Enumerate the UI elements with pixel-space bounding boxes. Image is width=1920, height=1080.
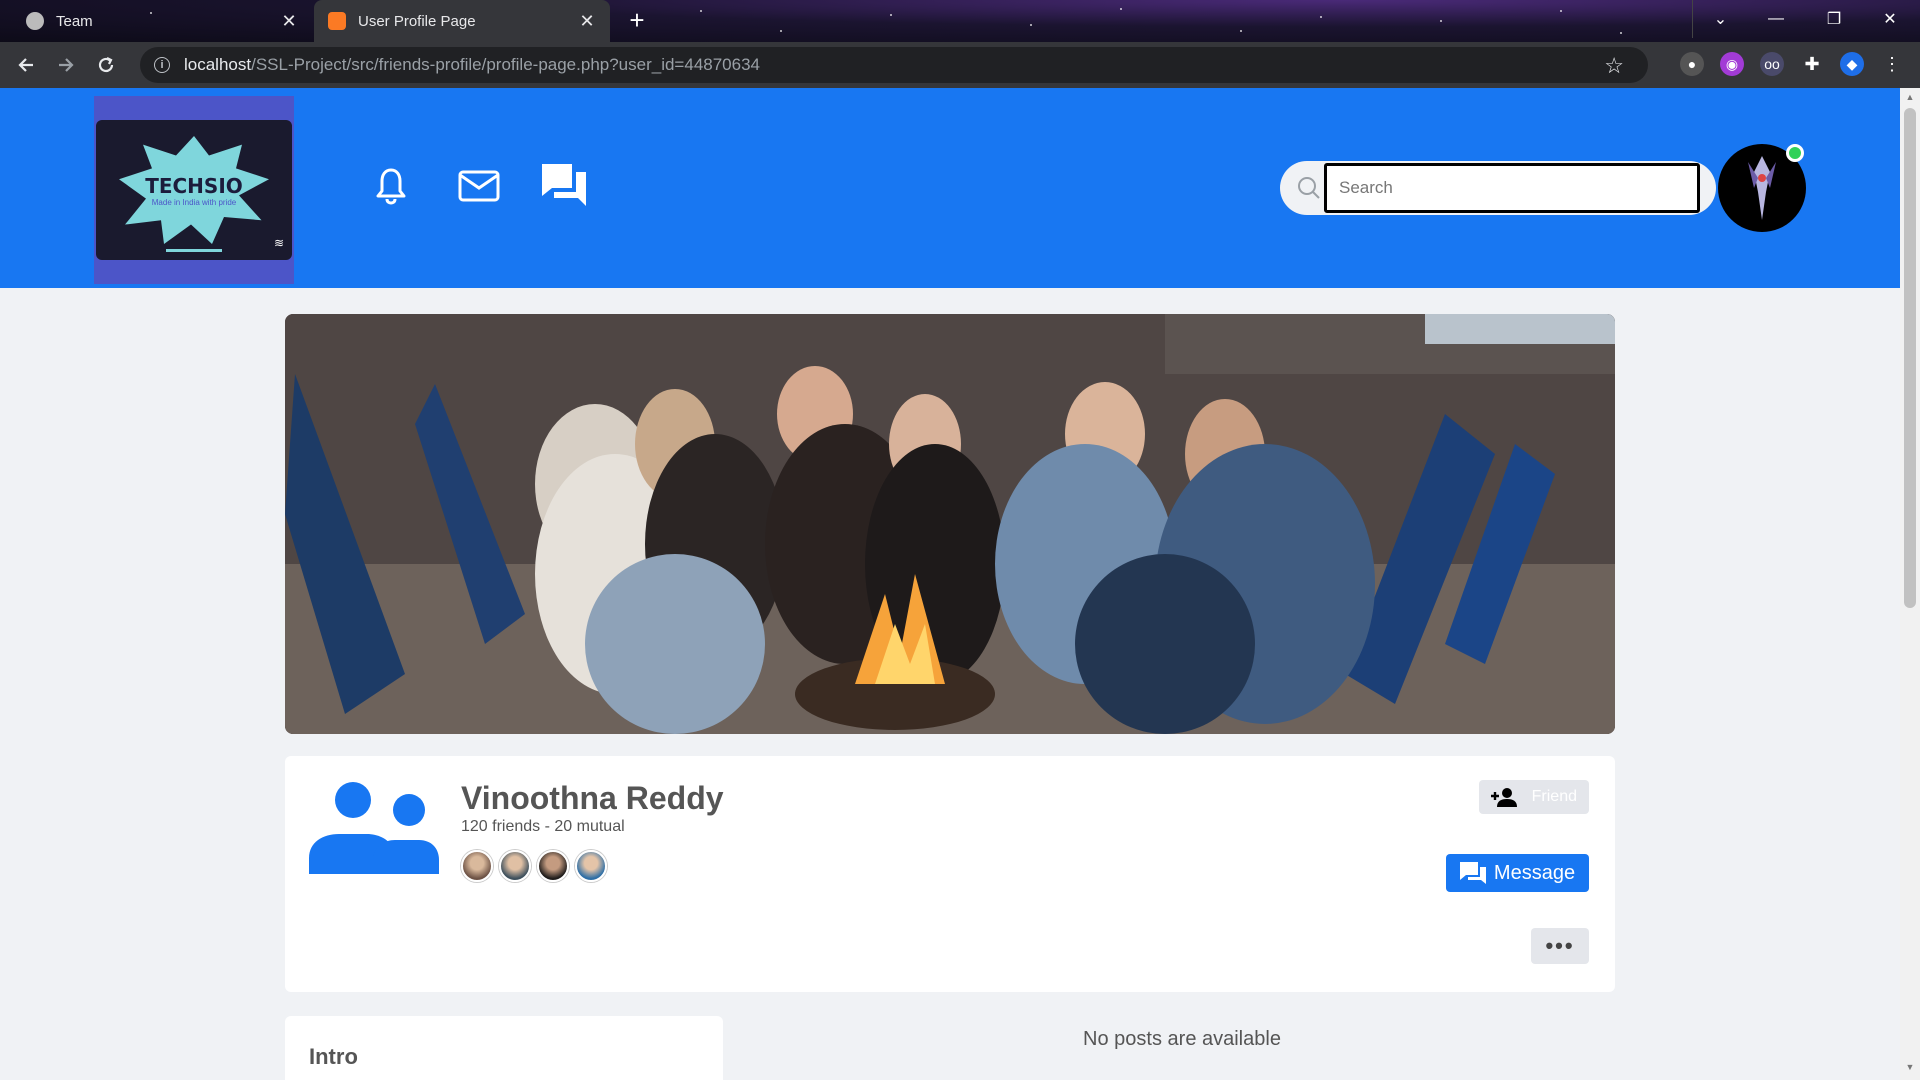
restore-icon[interactable]: ❐ xyxy=(1806,0,1862,38)
browser-toolbar: i localhost /SSL-Project/src/friends-pro… xyxy=(0,42,1920,88)
close-tab-icon[interactable]: ✕ xyxy=(280,11,298,31)
browser-menu-icon[interactable]: ⋮ xyxy=(1880,52,1904,76)
scroll-up-icon[interactable]: ▲ xyxy=(1904,92,1916,106)
close-window-icon[interactable]: ✕ xyxy=(1862,0,1918,38)
browser-tab-bar: Team ✕ User Profile Page ✕ + ⌄ — ❐ ✕ xyxy=(0,0,1920,42)
logo-subtitle: Made in India with pride xyxy=(151,197,237,207)
close-tab-icon[interactable]: ✕ xyxy=(578,11,596,31)
scrollbar-thumb[interactable] xyxy=(1904,108,1916,608)
extension-icon-3[interactable]: oo xyxy=(1760,52,1784,76)
tab-title: User Profile Page xyxy=(358,12,476,30)
page-viewport: TECHSIO Made in India with pride ≋ Searc… xyxy=(0,88,1900,1080)
scroll-down-icon[interactable]: ▼ xyxy=(1904,1062,1916,1076)
back-icon[interactable] xyxy=(6,45,46,85)
search-bar xyxy=(1280,161,1716,215)
mutual-friend-avatar[interactable] xyxy=(575,850,607,882)
extensions-puzzle-icon[interactable]: ✚ xyxy=(1800,52,1824,76)
profile-card: Vinoothna Reddy 120 friends - 20 mutual … xyxy=(285,756,1615,992)
profile-avatar-icon[interactable]: ◆ xyxy=(1840,52,1864,76)
page-scrollbar[interactable]: ▲ ▼ xyxy=(1900,88,1920,1080)
site-info-icon[interactable]: i xyxy=(154,57,170,73)
friends-count[interactable]: 120 friends - 20 mutual xyxy=(461,818,625,836)
mutual-friend-avatar[interactable] xyxy=(537,850,569,882)
forward-icon[interactable] xyxy=(46,45,86,85)
team-favicon-icon xyxy=(26,12,44,30)
minimize-icon[interactable]: — xyxy=(1748,0,1804,38)
message-button-label: Message xyxy=(1493,861,1576,884)
avatar-figure-icon xyxy=(1748,156,1776,220)
profile-picture xyxy=(309,780,439,879)
search-input[interactable] xyxy=(1324,163,1700,213)
logo-burst: TECHSIO Made in India with pride xyxy=(119,136,269,244)
users-group-icon xyxy=(309,782,439,874)
message-button[interactable]: Message xyxy=(1446,854,1589,892)
friend-button-label: Friend xyxy=(1531,788,1577,805)
online-status-indicator xyxy=(1786,144,1804,162)
extension-icon-1[interactable]: ● xyxy=(1680,52,1704,76)
friend-button[interactable]: Friend xyxy=(1479,780,1589,814)
mutual-friends-avatars xyxy=(461,850,607,882)
add-friend-icon xyxy=(1491,788,1517,807)
message-icon xyxy=(1459,862,1486,884)
extension-icon-2[interactable]: ◉ xyxy=(1720,52,1744,76)
tab-search-icon[interactable]: ⌄ xyxy=(1692,0,1748,38)
wifi-icon: ≋ xyxy=(273,236,284,250)
mutual-friend-avatar[interactable] xyxy=(461,850,493,882)
no-posts-message: No posts are available xyxy=(1083,1028,1281,1050)
logo-stand xyxy=(166,249,222,252)
url-path: /SSL-Project/src/friends-profile/profile… xyxy=(251,55,760,74)
cover-photo xyxy=(285,314,1615,734)
tab-title: Team xyxy=(56,12,93,30)
tab-user-profile[interactable]: User Profile Page ✕ xyxy=(314,0,610,42)
address-bar[interactable]: i localhost /SSL-Project/src/friends-pro… xyxy=(140,47,1648,83)
bookmark-star-icon[interactable]: ☆ xyxy=(1604,53,1624,79)
reload-icon[interactable] xyxy=(86,45,126,85)
logo-laptop: TECHSIO Made in India with pride ≋ xyxy=(96,120,292,260)
site-logo[interactable]: TECHSIO Made in India with pride ≋ xyxy=(94,96,294,284)
profile-name: Vinoothna Reddy xyxy=(461,780,724,816)
mutual-friend-avatar[interactable] xyxy=(499,850,531,882)
bell-icon[interactable] xyxy=(374,166,408,211)
site-header: TECHSIO Made in India with pride ≋ xyxy=(0,88,1900,288)
new-tab-button[interactable]: + xyxy=(622,6,652,36)
logo-title: TECHSIO xyxy=(145,173,243,198)
tab-team[interactable]: Team ✕ xyxy=(12,0,312,42)
cover-photo-illustration xyxy=(285,314,1615,734)
chat-icon[interactable] xyxy=(540,162,588,213)
xampp-favicon-icon xyxy=(328,12,346,30)
mail-icon[interactable] xyxy=(458,170,500,207)
more-options-button[interactable]: ••• xyxy=(1531,928,1589,964)
url-host: localhost xyxy=(184,55,252,74)
